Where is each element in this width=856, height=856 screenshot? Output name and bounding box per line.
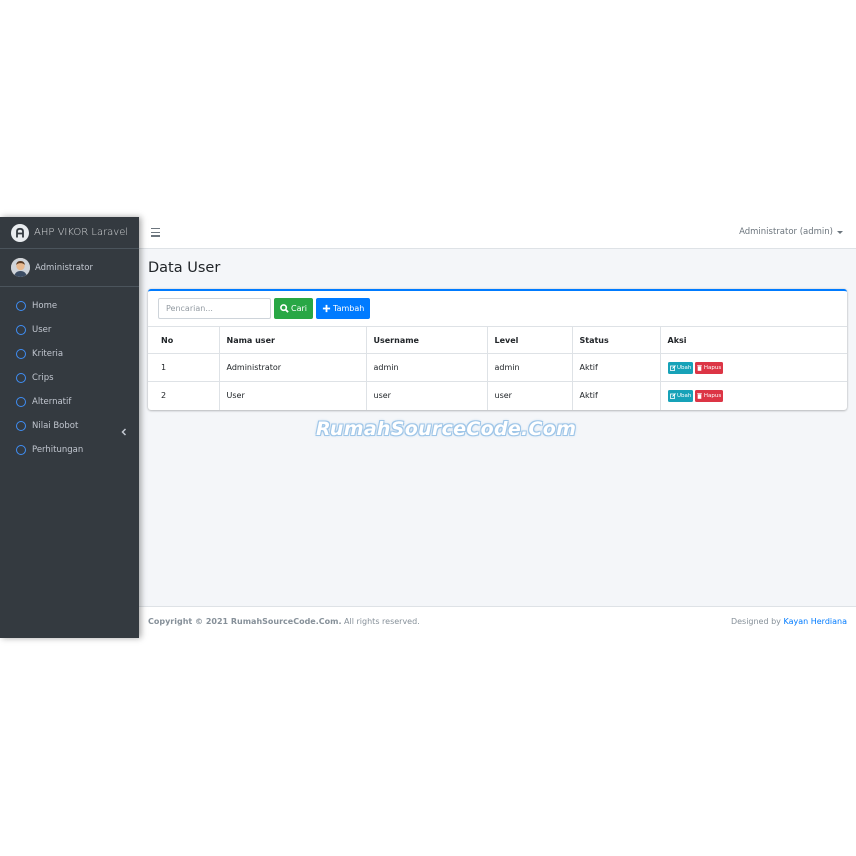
sidebar-item-crips[interactable]: Crips bbox=[0, 366, 139, 390]
edit-button[interactable]: Ubah bbox=[667, 361, 694, 374]
add-user-button-label: Tambah bbox=[333, 304, 365, 313]
delete-button-label: Hapus bbox=[703, 364, 722, 371]
sidebar-item-label: Crips bbox=[32, 373, 54, 383]
main-content: Administrator (admin) Data User Cari Tam… bbox=[139, 217, 856, 638]
app-shell: AHP VIKOR Laravel Administrator Home Use… bbox=[0, 217, 856, 638]
designer-link[interactable]: Kayan Herdiana bbox=[783, 617, 847, 626]
cell-username: admin bbox=[365, 353, 487, 382]
hamburger-icon[interactable] bbox=[151, 228, 160, 239]
search-button[interactable]: Cari bbox=[274, 298, 313, 319]
cell-nama-user: User bbox=[218, 381, 366, 410]
edit-icon bbox=[669, 364, 676, 371]
user-menu-label: Administrator (admin) bbox=[739, 227, 833, 237]
cell-status: Aktif bbox=[571, 381, 660, 410]
column-header-username: Username bbox=[365, 326, 487, 354]
user-table-card: Cari Tambah No Nama user Username bbox=[148, 289, 847, 410]
trash-icon bbox=[697, 393, 703, 399]
sidebar-item-alternatif[interactable]: Alternatif bbox=[0, 390, 139, 414]
edit-button-label: Ubah bbox=[677, 364, 692, 371]
user-panel[interactable]: Administrator bbox=[0, 249, 139, 287]
circle-outline-icon bbox=[16, 349, 26, 359]
sidebar-item-label: Alternatif bbox=[32, 397, 72, 407]
trash-icon bbox=[697, 364, 703, 371]
top-navbar: Administrator (admin) bbox=[139, 217, 856, 249]
column-header-status: Status bbox=[571, 326, 660, 354]
table-row: 2 User user user Aktif Ubah Hapus bbox=[148, 381, 847, 410]
sidebar-nav: Home User Kriteria Crips Alternatif Nila… bbox=[0, 287, 139, 462]
user-panel-name: Administrator bbox=[35, 262, 93, 273]
page-title: Data User bbox=[148, 260, 221, 276]
avatar bbox=[11, 258, 30, 277]
cell-no: 2 bbox=[148, 381, 219, 410]
circle-outline-icon bbox=[16, 325, 26, 335]
cell-level: admin bbox=[486, 353, 572, 382]
user-table: No Nama user Username Level Status Aksi … bbox=[148, 326, 847, 410]
sidebar-item-label: Home bbox=[32, 301, 58, 311]
cell-status: Aktif bbox=[571, 353, 660, 382]
footer-copyright-bold: Copyright © 2021 RumahSourceCode.Com. bbox=[148, 617, 342, 626]
sidebar-item-nilai-bobot[interactable]: Nilai Bobot bbox=[0, 414, 139, 438]
delete-button[interactable]: Hapus bbox=[695, 361, 724, 374]
footer-designed-by: Designed by bbox=[730, 617, 784, 626]
sidebar-item-label: Nilai Bobot bbox=[32, 421, 79, 431]
cell-level: user bbox=[486, 381, 572, 410]
footer-credit: Designed by Kayan Herdiana bbox=[731, 617, 847, 626]
sidebar-item-user[interactable]: User bbox=[0, 318, 139, 342]
search-icon bbox=[280, 304, 289, 313]
search-input[interactable] bbox=[158, 298, 271, 319]
table-header-row: No Nama user Username Level Status Aksi bbox=[148, 326, 847, 354]
circle-outline-icon bbox=[16, 445, 26, 455]
brand-title: AHP VIKOR Laravel bbox=[34, 227, 129, 238]
sidebar: AHP VIKOR Laravel Administrator Home Use… bbox=[0, 217, 139, 638]
caret-down-icon bbox=[837, 230, 843, 234]
column-header-nama-user: Nama user bbox=[218, 326, 366, 354]
footer-copyright-rest: All rights reserved. bbox=[341, 617, 420, 626]
add-user-button[interactable]: Tambah bbox=[316, 298, 371, 319]
edit-icon bbox=[669, 392, 676, 399]
cell-no: 1 bbox=[148, 353, 219, 382]
user-menu-dropdown[interactable]: Administrator (admin) bbox=[739, 227, 843, 237]
table-row: 1 Administrator admin admin Aktif Ubah H… bbox=[148, 353, 847, 382]
circle-outline-icon bbox=[16, 421, 26, 431]
sidebar-item-perhitungan[interactable]: Perhitungan bbox=[0, 438, 139, 462]
delete-button[interactable]: Hapus bbox=[695, 389, 724, 402]
cell-username: user bbox=[365, 381, 487, 410]
circle-outline-icon bbox=[16, 301, 26, 311]
search-button-label: Cari bbox=[291, 304, 307, 313]
column-header-no: No bbox=[148, 326, 219, 354]
delete-button-label: Hapus bbox=[703, 392, 722, 399]
cell-aksi: Ubah Hapus bbox=[659, 353, 847, 382]
sidebar-item-label: Perhitungan bbox=[32, 445, 84, 455]
edit-button-label: Ubah bbox=[677, 392, 692, 399]
cell-aksi: Ubah Hapus bbox=[659, 381, 847, 410]
circle-outline-icon bbox=[16, 373, 26, 383]
sidebar-item-home[interactable]: Home bbox=[0, 294, 139, 318]
sidebar-item-kriteria[interactable]: Kriteria bbox=[0, 342, 139, 366]
footer: Copyright © 2021 RumahSourceCode.Com. Al… bbox=[139, 606, 856, 638]
brand-logo-icon bbox=[11, 223, 29, 242]
sidebar-item-label: Kriteria bbox=[32, 349, 64, 359]
cell-nama-user: Administrator bbox=[218, 353, 366, 382]
edit-button[interactable]: Ubah bbox=[667, 389, 694, 402]
footer-copyright: Copyright © 2021 RumahSourceCode.Com. Al… bbox=[148, 617, 420, 626]
plus-icon bbox=[322, 304, 331, 313]
circle-outline-icon bbox=[16, 397, 26, 407]
column-header-level: Level bbox=[486, 326, 572, 354]
watermark: RumahSourceCode.Com bbox=[316, 418, 577, 440]
sidebar-item-label: User bbox=[32, 325, 52, 335]
brand-link[interactable]: AHP VIKOR Laravel bbox=[0, 217, 139, 249]
table-toolbar: Cari Tambah bbox=[158, 298, 371, 319]
column-header-aksi: Aksi bbox=[659, 326, 847, 354]
